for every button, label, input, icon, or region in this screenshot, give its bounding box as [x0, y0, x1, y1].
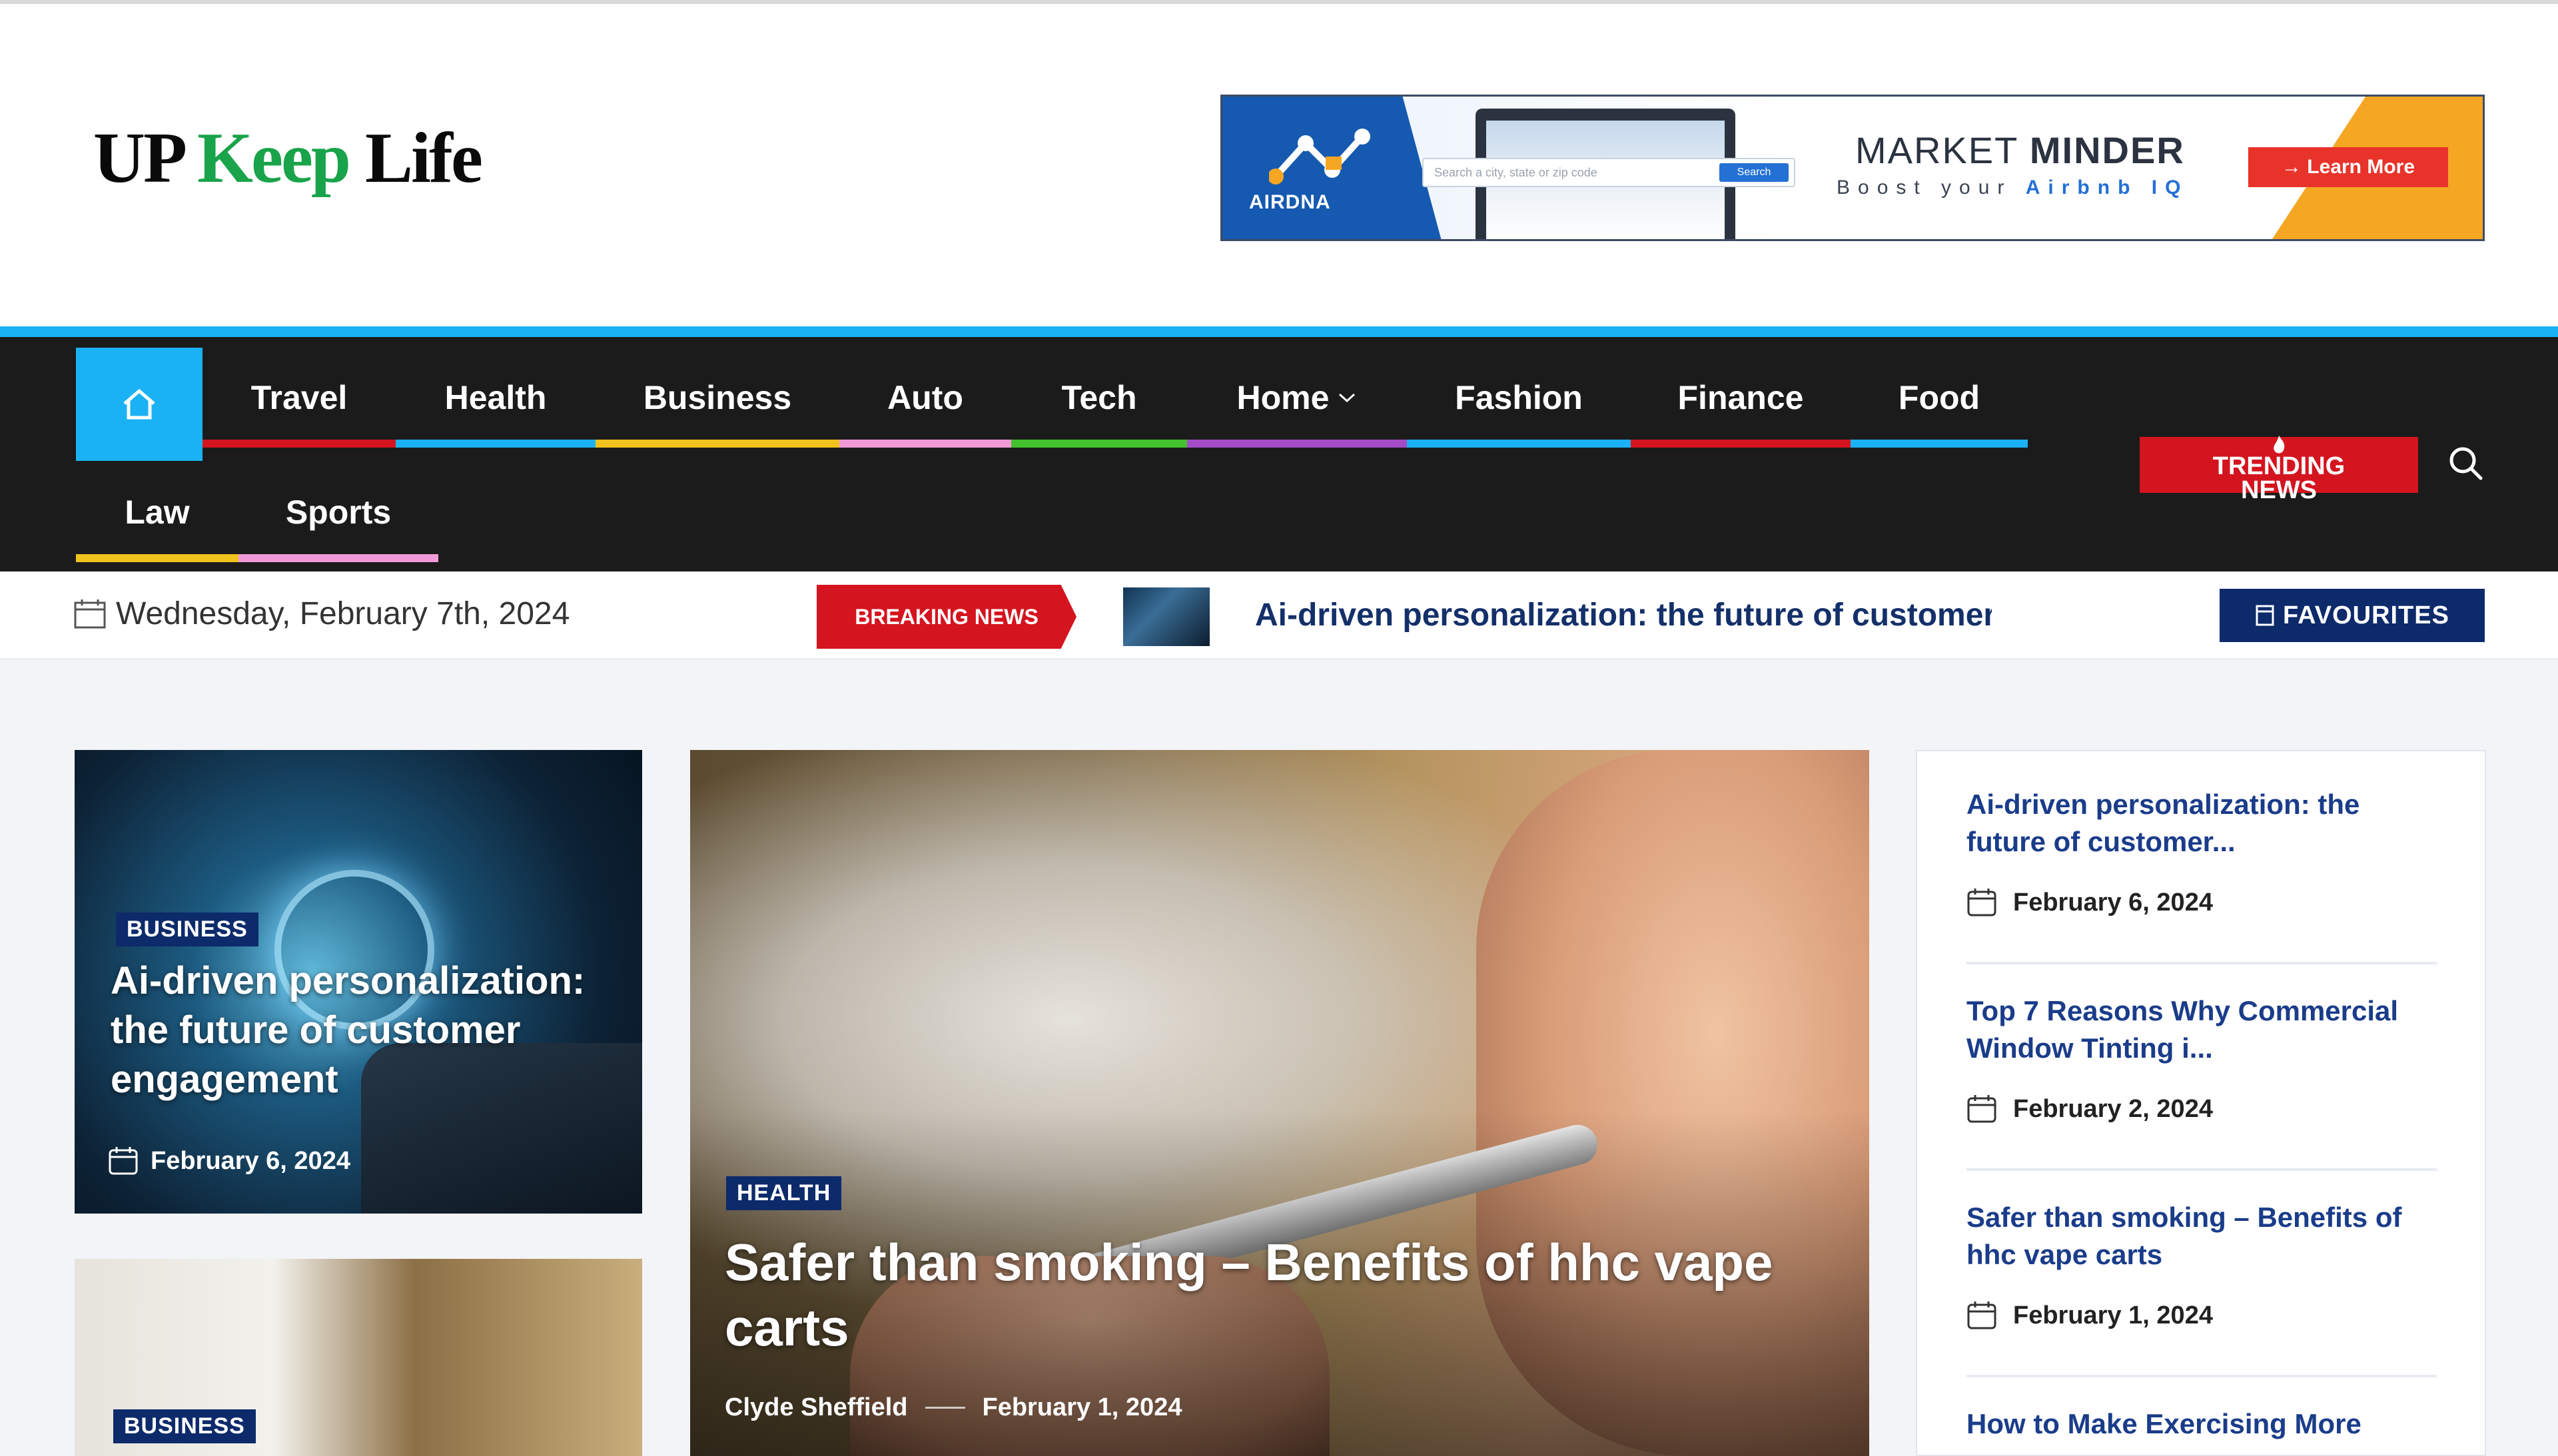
sidebar-divider: [1966, 1375, 2437, 1377]
search-icon[interactable]: [2446, 444, 2486, 484]
calendar-icon: [1967, 889, 1996, 916]
sidebar-divider: [1966, 962, 2437, 964]
category-badge[interactable]: BUSINESS: [113, 1409, 256, 1443]
nav-item-tech[interactable]: Tech: [1011, 348, 1187, 448]
ad-title: MARKET MINDER: [1855, 129, 2185, 171]
current-date: Wednesday, February 7th, 2024: [73, 595, 570, 632]
breaking-news-label: BREAKING NEWS: [817, 585, 1076, 649]
hero-post-title[interactable]: Safer than smoking – Benefits of hhc vap…: [725, 1230, 1857, 1360]
flame-icon: [2274, 436, 2285, 454]
site-header: UP Keep Life AIRDNA Search a city, state…: [0, 0, 2558, 326]
ad-brand-name: AIRDNA: [1249, 191, 1331, 213]
ad-learn-more-button[interactable]: → Learn More: [2248, 147, 2448, 187]
sidebar-post-item[interactable]: Top 7 Reasons Why Commercial Window Tint…: [1966, 992, 2437, 1124]
recent-posts-sidebar: Ai-driven personalization: the future of…: [1916, 750, 2486, 1456]
calendar-icon: [1967, 1095, 1996, 1123]
hero-post-card[interactable]: HEALTH Safer than smoking – Benefits of …: [690, 750, 1869, 1456]
nav-home-button[interactable]: [76, 348, 203, 461]
sidebar-post-title[interactable]: How to Make Exercising More: [1966, 1405, 2437, 1443]
nav-item-home[interactable]: Home: [1187, 348, 1407, 448]
nav-item-travel[interactable]: Travel: [203, 348, 396, 448]
sidebar-post-title[interactable]: Safer than smoking – Benefits of hhc vap…: [1966, 1199, 2437, 1274]
post-author[interactable]: Clyde Sheffield: [725, 1393, 908, 1422]
post-title[interactable]: Ai-driven personalization: the future of…: [111, 956, 624, 1104]
nav-item-finance[interactable]: Finance: [1631, 348, 1851, 448]
bookmark-icon: [2256, 605, 2274, 626]
ad-search-button: Search: [1719, 163, 1789, 182]
nav-item-health[interactable]: Health: [396, 348, 596, 448]
date-text: Wednesday, February 7th, 2024: [116, 596, 570, 631]
post-date: February 6, 2024: [108, 1146, 350, 1176]
nav-item-business[interactable]: Business: [596, 348, 839, 448]
category-badge[interactable]: BUSINESS: [116, 912, 258, 946]
sidebar-post-item[interactable]: Ai-driven personalization: the future of…: [1966, 786, 2437, 918]
sidebar-post-date: February 1, 2024: [1966, 1300, 2437, 1331]
trending-news-button[interactable]: TRENDING NEWS: [2140, 436, 2418, 504]
ad-search-placeholder: Search a city, state or zip code: [1434, 166, 1597, 179]
calendar-icon: [74, 599, 106, 628]
post-card[interactable]: BUSINESS: [75, 1259, 642, 1456]
sidebar-post-item[interactable]: How to Make Exercising More: [1966, 1405, 2437, 1443]
category-badge[interactable]: HEALTH: [726, 1176, 842, 1210]
featured-post-card[interactable]: BUSINESS Ai-driven personalization: the …: [75, 750, 642, 1214]
logo-text-life: Life: [348, 119, 483, 198]
trending-label: TRENDING: [2212, 452, 2345, 480]
sidebar-post-date: February 2, 2024: [1966, 1094, 2437, 1124]
sidebar-post-title[interactable]: Ai-driven personalization: the future of…: [1966, 786, 2437, 861]
info-bar: Wednesday, February 7th, 2024 BREAKING N…: [0, 571, 2558, 659]
airdna-logo-icon: [1269, 129, 1370, 184]
sidebar-divider: [1966, 1168, 2437, 1171]
meta-separator: [925, 1407, 965, 1409]
breaking-news-headline[interactable]: Ai-driven personalization: the future of…: [1255, 597, 1992, 633]
main-navigation: Travel Health Business Auto Tech Home Fa…: [0, 326, 2558, 571]
nav-item-sports[interactable]: Sports: [238, 462, 438, 562]
advertisement-banner[interactable]: AIRDNA Search a city, state or zip code …: [1220, 95, 2485, 241]
ad-search-field: Search a city, state or zip code Search: [1422, 158, 1795, 187]
post-date: February 1, 2024: [982, 1393, 1182, 1421]
home-icon: [123, 388, 155, 420]
hero-post-meta: Clyde Sheffield February 1, 2024: [725, 1393, 1182, 1422]
nav-item-fashion[interactable]: Fashion: [1407, 348, 1631, 448]
sidebar-post-title[interactable]: Top 7 Reasons Why Commercial Window Tint…: [1966, 992, 2437, 1067]
trending-news-label: NEWS: [2241, 476, 2317, 504]
nav-item-food[interactable]: Food: [1851, 348, 2028, 448]
site-logo[interactable]: UP Keep Life: [93, 117, 483, 200]
ticker-thumbnail[interactable]: [1123, 587, 1210, 646]
calendar-icon: [1967, 1301, 1996, 1329]
nav-item-auto[interactable]: Auto: [839, 348, 1011, 448]
logo-text-up: UP: [93, 119, 198, 198]
sidebar-post-item[interactable]: Safer than smoking – Benefits of hhc vap…: [1966, 1199, 2437, 1331]
ad-subtitle: Boost your Airbnb IQ: [1837, 177, 2189, 198]
content-area: BUSINESS Ai-driven personalization: the …: [0, 659, 2558, 1456]
chevron-down-icon: [1339, 393, 1356, 403]
sidebar-post-date: February 6, 2024: [1966, 887, 2437, 918]
logo-text-keep: Keep: [197, 119, 351, 198]
calendar-icon: [109, 1147, 138, 1175]
favourites-button[interactable]: FAVOURITES: [2220, 589, 2485, 642]
nav-item-law[interactable]: Law: [76, 462, 238, 562]
